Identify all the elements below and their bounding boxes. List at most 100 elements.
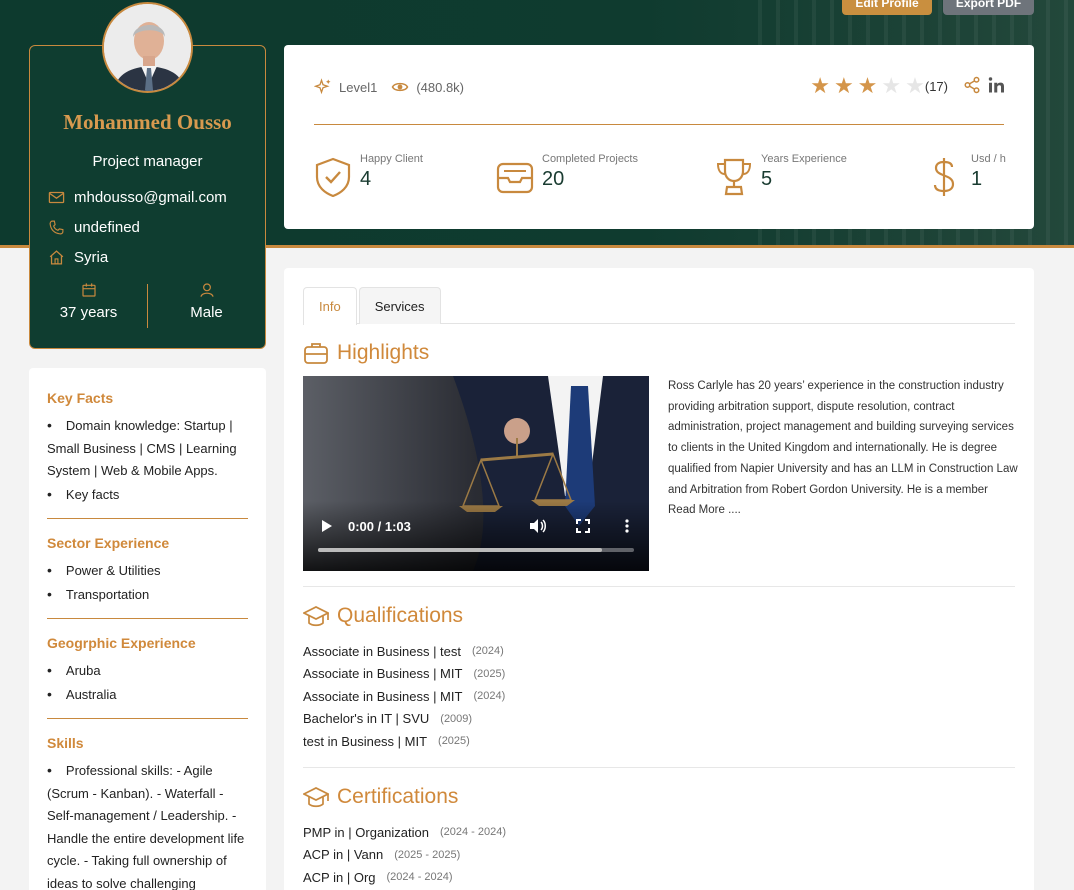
- video-progress-fill: [318, 548, 603, 552]
- linkedin-icon[interactable]: [987, 76, 1006, 94]
- mail-icon: [48, 191, 65, 204]
- certification-year: (2024 - 2024): [439, 826, 507, 839]
- stats-card: Level1 (480.8k) ★ ★ ★ ★ ★ (17) Happy Cli…: [284, 45, 1034, 229]
- geo-title: Geogrphic Experience: [47, 635, 196, 651]
- stat-label: Years Experience: [761, 153, 847, 165]
- list-item: Bachelor's in IT | SVU (2009): [303, 708, 505, 731]
- views-count: (480.8k): [416, 79, 465, 95]
- list-item: Associate in Business | MIT (2025): [303, 663, 505, 686]
- list-item: Professional skills: - Agile (Scrum - Ka…: [47, 759, 248, 890]
- eye-icon: [391, 82, 409, 92]
- skills-list: Professional skills: - Agile (Scrum - Ka…: [47, 759, 248, 890]
- email-row: mhdousso@gmail.com: [48, 189, 227, 206]
- share-icon[interactable]: [963, 76, 981, 94]
- dollar-icon: [933, 158, 955, 196]
- video-time: 0:00 / 1:03: [348, 519, 411, 534]
- stat-completed-projects: Completed Projects 20: [496, 153, 638, 197]
- share-group: [963, 76, 1006, 94]
- list-item: Associate in Business | test (2024): [303, 640, 505, 663]
- qualifications-title: Qualifications: [337, 604, 464, 627]
- sector-list: Power & Utilities Transportation: [47, 559, 248, 606]
- list-item: Associate in Business | MIT (2024): [303, 685, 505, 708]
- qualification-year: (2025): [438, 735, 470, 748]
- highlights-description: Ross Carlyle has 20 years’ experience in…: [668, 380, 1018, 517]
- stat-value: 5: [761, 168, 773, 190]
- list-item: Australia: [47, 683, 248, 707]
- list-item: Key facts: [47, 483, 248, 507]
- highlights-title: Highlights: [337, 341, 430, 364]
- sparkles-icon: [314, 78, 331, 95]
- tab-info[interactable]: Info: [303, 287, 357, 325]
- export-pdf-button[interactable]: Export PDF: [943, 0, 1034, 15]
- list-item: ACP in | Org (2024 - 2024): [303, 866, 506, 889]
- star-icon[interactable]: ★: [834, 75, 854, 97]
- sector-title: Sector Experience: [47, 535, 170, 551]
- profile-country: Syria: [74, 249, 109, 266]
- list-item: Transportation: [47, 583, 248, 607]
- geo-list: Aruba Australia: [47, 659, 248, 706]
- video-progress-bar[interactable]: [318, 548, 634, 552]
- stat-value: 20: [542, 168, 565, 190]
- list-item: PMP in | Organization (2024 - 2024): [303, 821, 506, 844]
- volume-icon[interactable]: [529, 518, 547, 534]
- certifications-heading: Certifications: [303, 785, 458, 809]
- graduation-cap-icon: [303, 606, 329, 627]
- tab-bar: Info Services: [303, 287, 1015, 325]
- stat-happy-client: Happy Client 4: [314, 153, 423, 197]
- calendar-icon: [81, 283, 96, 297]
- gender-stat: Male: [148, 282, 265, 330]
- profile-name: Mohammed Ousso: [63, 110, 232, 134]
- profile-phone: undefined: [74, 219, 140, 236]
- avatar: [102, 2, 193, 93]
- qualification-year: (2024): [472, 645, 504, 658]
- play-icon[interactable]: [321, 519, 333, 533]
- list-item: Power & Utilities: [47, 559, 248, 583]
- inbox-tray-icon: [496, 162, 534, 194]
- phone-row: undefined: [48, 219, 140, 236]
- left-info-panel: Key Facts Domain knowledge: Startup | Sm…: [29, 368, 266, 890]
- rating-count: (17): [924, 78, 948, 94]
- main-content: Info Services Highlights 0:00 / 1:03 Ros…: [284, 268, 1034, 890]
- divider: [303, 767, 1015, 768]
- star-empty-icon[interactable]: ★: [881, 75, 901, 97]
- trophy-icon: [716, 158, 752, 196]
- profile-age: 37 years: [59, 304, 118, 321]
- profile-card: Mohammed Ousso Project manager mhdousso@…: [29, 2, 266, 349]
- rating: ★ ★ ★ ★ ★ (17): [810, 75, 948, 97]
- fullscreen-icon[interactable]: [576, 519, 590, 533]
- profile-stats: 37 years Male: [30, 282, 265, 330]
- qualification-name: Associate in Business | MIT: [303, 666, 463, 682]
- tab-services[interactable]: Services: [358, 287, 441, 324]
- divider: [303, 586, 1015, 587]
- star-empty-icon[interactable]: ★: [905, 75, 925, 97]
- country-row: Syria: [48, 249, 108, 266]
- qualification-year: (2025): [473, 667, 506, 680]
- star-icon[interactable]: ★: [858, 75, 878, 97]
- certification-year: (2025 - 2025): [394, 848, 461, 861]
- level-row: Level1 (480.8k): [314, 78, 464, 96]
- qualifications-list: Associate in Business | test (2024) Assoc…: [303, 640, 505, 753]
- profile-gender: Male: [190, 304, 223, 321]
- list-item: test in Business | MIT (2025): [303, 730, 505, 753]
- qualification-name: Associate in Business | test: [303, 643, 462, 659]
- stats-divider-line: [314, 124, 1004, 125]
- profile-email[interactable]: mhdousso@gmail.com: [74, 189, 227, 206]
- graduation-cap-icon: [303, 787, 329, 808]
- more-vertical-icon[interactable]: [625, 519, 629, 533]
- skills-title: Skills: [47, 735, 84, 751]
- level-label: Level1: [339, 79, 378, 95]
- star-icon[interactable]: ★: [810, 75, 830, 97]
- list-item: Aruba: [47, 659, 248, 683]
- home-icon: [49, 250, 64, 265]
- stat-label: Happy Client: [360, 153, 423, 165]
- user-icon: [199, 283, 214, 297]
- stat-value: 4: [360, 168, 372, 190]
- stat-years-experience: Years Experience 5: [715, 153, 847, 197]
- qualification-name: test in Business | MIT: [303, 733, 428, 749]
- stat-value: 1: [971, 168, 983, 190]
- age-stat: 37 years: [30, 282, 147, 330]
- edit-profile-button[interactable]: Edit Profile: [842, 0, 932, 15]
- stat-label: Completed Projects: [542, 153, 638, 165]
- video-player[interactable]: 0:00 / 1:03: [303, 376, 649, 571]
- divider: [47, 718, 248, 719]
